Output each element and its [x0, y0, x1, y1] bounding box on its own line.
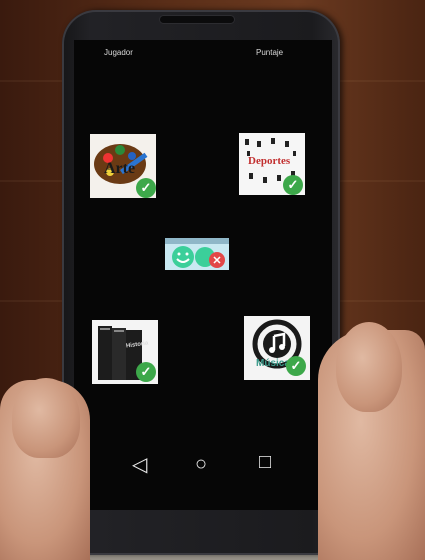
recents-button[interactable]: □ — [259, 452, 271, 472]
earpiece — [160, 16, 234, 23]
screen — [74, 40, 332, 510]
tile-wrong[interactable]: ✕ — [165, 238, 229, 270]
tile-label-musica: Música — [256, 358, 290, 369]
tile-label-arte: Arte — [104, 160, 136, 177]
header-score-label: Puntaje — [256, 48, 284, 57]
check-icon: ✓ — [136, 362, 156, 382]
tile-historia[interactable]: Historia ✓ — [92, 320, 158, 384]
right-thumb — [336, 322, 402, 412]
check-icon: ✓ — [283, 175, 303, 195]
tile-arte[interactable]: Arte ✓ — [90, 134, 156, 198]
tile-label-deportes: Deportes — [248, 155, 291, 167]
tile-deportes[interactable]: Deportes ✓ — [239, 133, 305, 195]
home-button[interactable]: ○ — [195, 454, 207, 474]
check-icon: ✓ — [136, 178, 156, 198]
cross-icon: ✕ — [209, 252, 225, 268]
back-button[interactable]: ◁ — [132, 455, 147, 475]
header-player-label: Jugador — [104, 48, 133, 57]
tile-musica[interactable]: Música ✓ — [244, 316, 310, 380]
check-icon: ✓ — [286, 356, 306, 376]
left-thumb — [12, 378, 80, 458]
